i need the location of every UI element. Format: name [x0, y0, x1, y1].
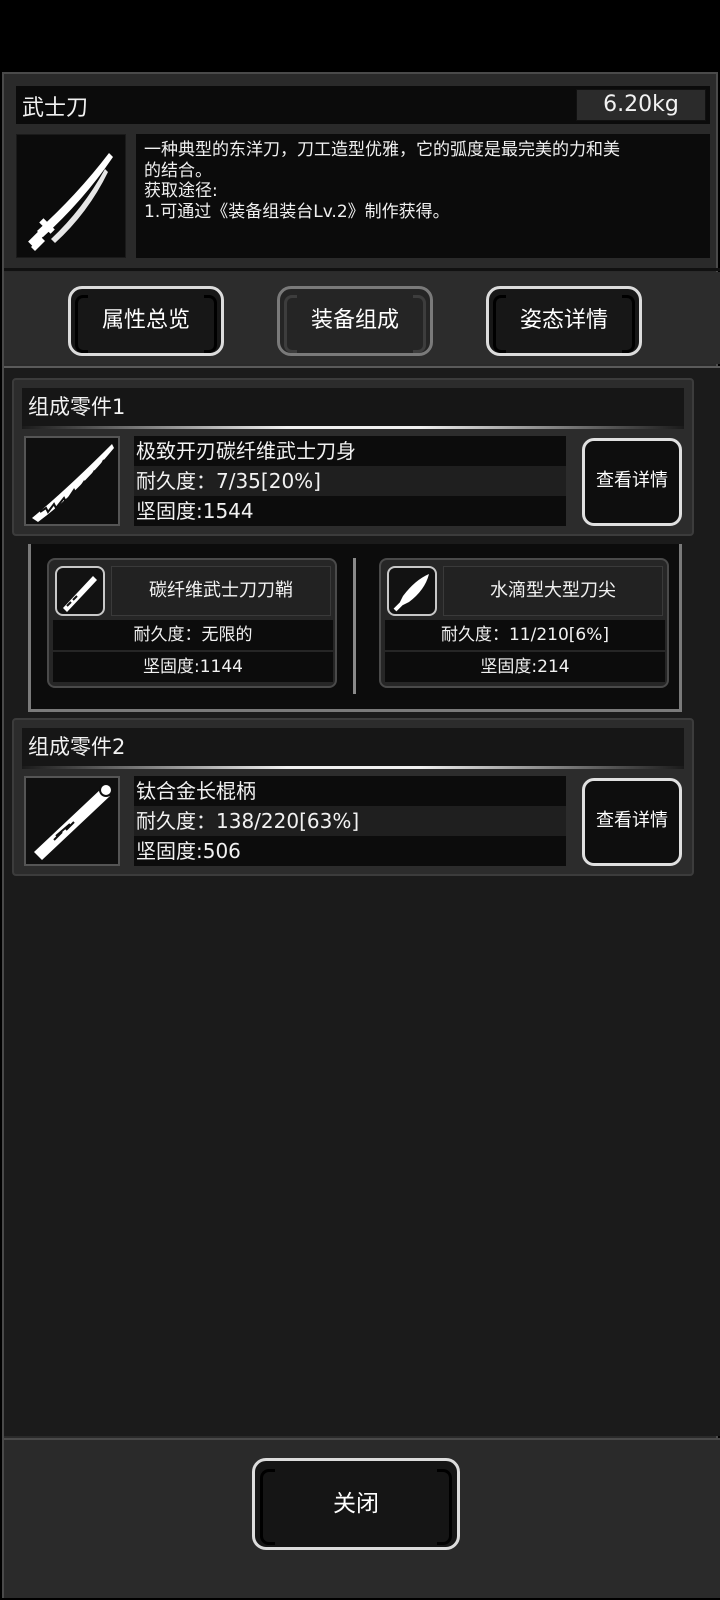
item-name: 武士刀 — [22, 96, 89, 121]
status-bar — [0, 0, 720, 72]
component-title: 组成零件1 — [22, 388, 684, 426]
katana-icon — [16, 134, 126, 258]
tab-equipment-composition[interactable]: 装备组成 — [277, 286, 433, 356]
handle-icon — [24, 776, 120, 866]
tab-stance-details[interactable]: 姿态详情 — [486, 286, 642, 356]
tab-bar: 属性总览 装备组成 姿态详情 — [4, 272, 720, 364]
component-card-1: 组成零件1 极致开刃碳纤维武士刀身 耐久度：7/35[20%] 坚固度:1544… — [12, 378, 694, 536]
component-info: 极致开刃碳纤维武士刀身 耐久度：7/35[20%] 坚固度:1544 — [134, 436, 566, 526]
view-details-button[interactable]: 查看详情 — [582, 438, 682, 526]
blade-icon — [24, 436, 120, 526]
durability: 耐久度：138/220[63%] — [134, 806, 566, 836]
sub-component-name: 水滴型大型刀尖 — [443, 566, 663, 616]
description-line: 1.可通过《装备组装台Lv.2》制作获得。 — [144, 201, 450, 222]
composition-content: 组成零件1 极致开刃碳纤维武士刀身 耐久度：7/35[20%] 坚固度:1544… — [4, 366, 720, 1436]
item-description: 一种典型的东洋刀，刀工造型优雅，它的弧度是最完美的力和美 的结合。 获取途径: … — [136, 134, 710, 258]
footer: 关闭 — [4, 1438, 720, 1598]
description-line: 获取途径: — [144, 181, 218, 201]
sub-components: 碳纤维武士刀刀鞘 耐久度：无限的 坚固度:1144 水滴型大型刀尖 耐久度：11… — [28, 544, 682, 712]
component-title: 组成零件2 — [22, 728, 684, 766]
scabbard-icon — [55, 566, 105, 616]
component-card-2: 组成零件2 钛合金长棍柄 耐久度：138/220[63%] 坚固度:506 查看… — [12, 718, 694, 876]
durability: 耐久度：7/35[20%] — [134, 466, 566, 496]
sub-component-card[interactable]: 碳纤维武士刀刀鞘 耐久度：无限的 坚固度:1144 — [47, 558, 337, 688]
hardness: 坚固度:214 — [385, 652, 665, 682]
part-name: 钛合金长棍柄 — [134, 776, 566, 806]
part-name: 极致开刃碳纤维武士刀身 — [134, 436, 566, 466]
sub-component-card[interactable]: 水滴型大型刀尖 耐久度：11/210[6%] 坚固度:214 — [379, 558, 669, 688]
durability: 耐久度：11/210[6%] — [385, 620, 665, 650]
divider — [4, 268, 720, 271]
tab-attribute-overview[interactable]: 属性总览 — [68, 286, 224, 356]
close-button[interactable]: 关闭 — [252, 1458, 460, 1550]
blade-tip-icon — [387, 566, 437, 616]
title-underline — [22, 766, 684, 769]
description-line: 一种典型的东洋刀，刀工造型优雅，它的弧度是最完美的力和美 — [144, 140, 620, 160]
durability: 耐久度：无限的 — [53, 620, 333, 650]
hardness: 坚固度:1144 — [53, 652, 333, 682]
component-info: 钛合金长棍柄 耐久度：138/220[63%] 坚固度:506 — [134, 776, 566, 866]
title-underline — [22, 426, 684, 429]
description-line: 的结合。 — [144, 160, 212, 181]
hardness: 坚固度:1544 — [134, 496, 566, 526]
equipment-panel: 武士刀 6.20kg 一种典型的东洋刀，刀工造型优雅，它的弧度是最完美的力和美 … — [2, 72, 720, 1598]
hardness: 坚固度:506 — [134, 836, 566, 866]
item-header: 武士刀 6.20kg — [16, 86, 710, 124]
view-details-button[interactable]: 查看详情 — [582, 778, 682, 866]
divider — [353, 558, 356, 694]
item-weight: 6.20kg — [576, 89, 706, 121]
sub-component-name: 碳纤维武士刀刀鞘 — [111, 566, 331, 616]
